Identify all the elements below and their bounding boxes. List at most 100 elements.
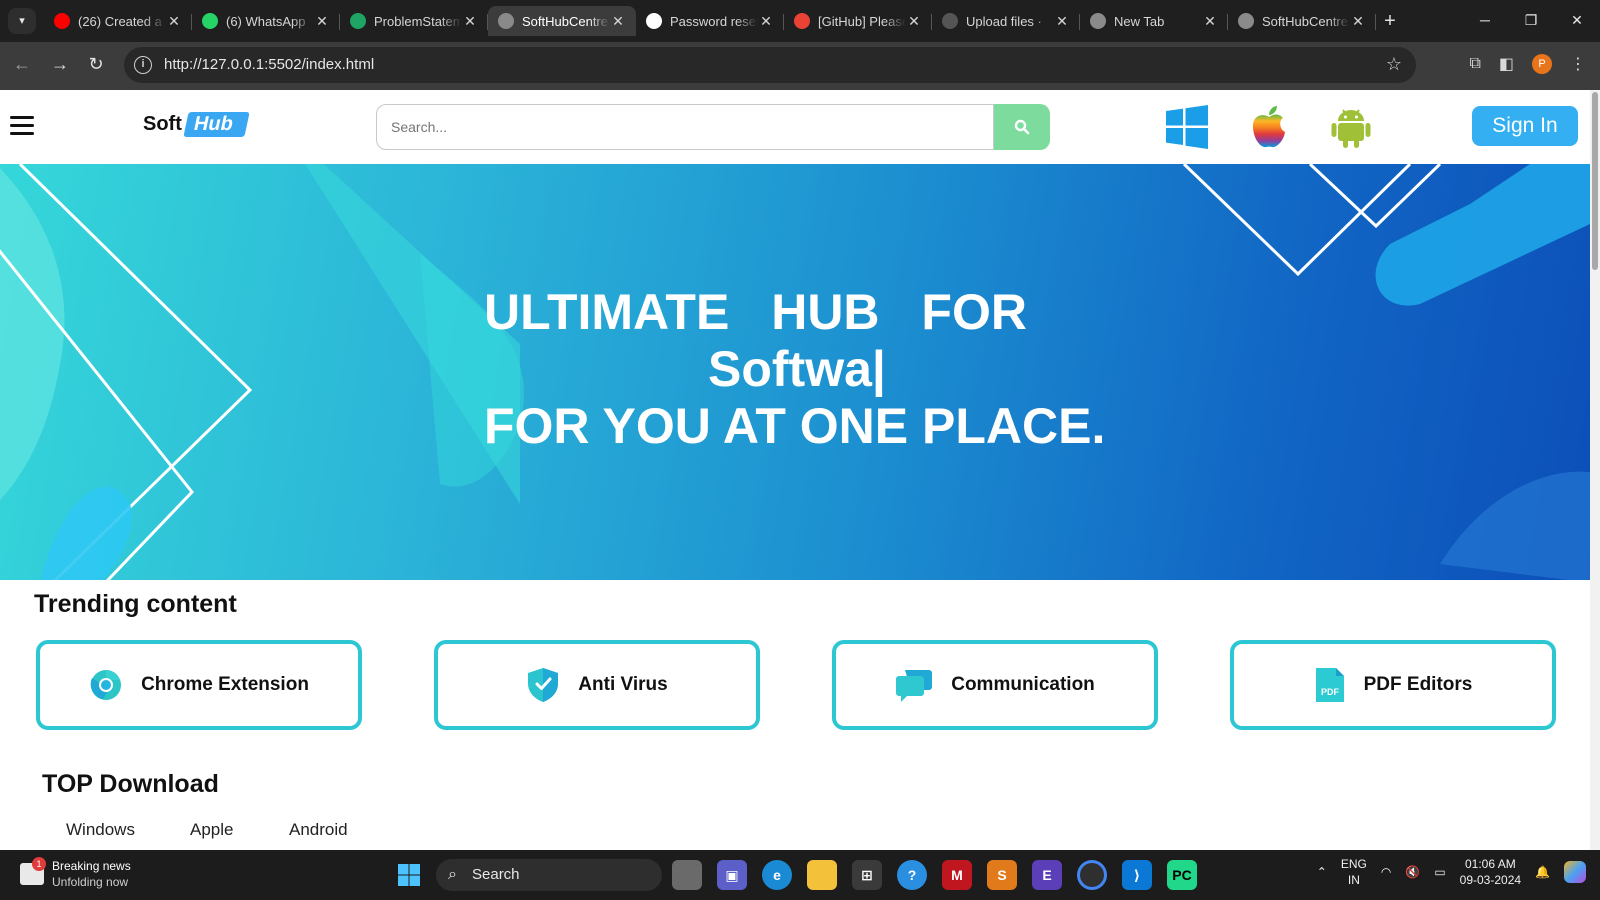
- sign-in-button[interactable]: Sign In: [1472, 106, 1578, 146]
- news-title: Breaking news: [52, 859, 131, 873]
- browser-tab[interactable]: ProblemStatem ✕: [340, 6, 488, 36]
- top-download-title: TOP Download: [42, 770, 219, 798]
- windows-icon[interactable]: [1164, 104, 1210, 150]
- pdf-icon: PDF: [1315, 668, 1344, 702]
- back-icon[interactable]: ←: [10, 54, 34, 75]
- address-bar[interactable]: i http://127.0.0.1:5502/index.html ☆: [124, 47, 1416, 83]
- tab-close-icon[interactable]: ✕: [758, 13, 774, 30]
- hero-line-1: ULTIMATE HUB FOR: [484, 284, 1027, 340]
- browser-tab[interactable]: SoftHubCentre ✕: [1228, 6, 1376, 36]
- site-logo[interactable]: Soft Hub: [143, 112, 250, 137]
- clock[interactable]: 01:06 AM 09-03-2024: [1460, 856, 1521, 888]
- news-widget[interactable]: 1 Breaking news Unfolding now: [20, 857, 131, 890]
- tab-title: (6) WhatsApp: [226, 13, 306, 29]
- trending-card-anti-virus[interactable]: Anti Virus: [434, 640, 760, 730]
- trending-card-communication[interactable]: Communication: [832, 640, 1158, 730]
- browser-tab[interactable]: (6) WhatsApp ✕: [192, 6, 340, 36]
- restore-icon[interactable]: ❐: [1508, 0, 1554, 40]
- taskbar-apps: ▣ e ⊞ ? M S E ⟩ PC: [672, 860, 1197, 890]
- hamburger-menu-icon[interactable]: [10, 116, 34, 140]
- tab-close-icon[interactable]: ✕: [906, 13, 922, 30]
- android-icon[interactable]: [1328, 104, 1374, 150]
- file-explorer-icon[interactable]: [807, 860, 837, 890]
- search-button[interactable]: [994, 104, 1050, 150]
- tab-title: (26) Created a: [78, 13, 162, 29]
- sheets-icon: [350, 13, 366, 29]
- tab-search-button[interactable]: ▾: [8, 8, 36, 34]
- tab-strip: (26) Created a ✕ (6) WhatsApp ✕ ProblemState…: [44, 6, 1404, 42]
- tab-title: New Tab: [1114, 13, 1165, 29]
- language-indicator[interactable]: ENG IN: [1341, 856, 1367, 888]
- speaker-muted-icon[interactable]: 🔇: [1405, 865, 1420, 879]
- battery-icon[interactable]: ▭: [1434, 865, 1445, 879]
- card-label: PDF Editors: [1363, 674, 1473, 695]
- browser-tab[interactable]: New Tab ✕: [1080, 6, 1228, 36]
- close-window-icon[interactable]: ✕: [1554, 0, 1600, 40]
- browser-tab[interactable]: SoftHubCentre ✕: [488, 6, 636, 36]
- download-tab-apple[interactable]: Apple: [190, 820, 233, 840]
- side-panel-icon[interactable]: ◧: [1499, 54, 1514, 74]
- bookmark-star-icon[interactable]: ☆: [1386, 54, 1402, 75]
- extensions-icon[interactable]: ⧉: [1469, 55, 1480, 73]
- tab-title: SoftHubCentre: [522, 13, 608, 29]
- tab-close-icon[interactable]: ✕: [1054, 13, 1070, 30]
- news-subtitle: Unfolding now: [52, 875, 129, 889]
- browser-tab[interactable]: Password reset ✕: [636, 6, 784, 36]
- wifi-icon[interactable]: ◠: [1381, 865, 1391, 879]
- microsoft-store-icon[interactable]: ⊞: [852, 860, 882, 890]
- page-scrollbar[interactable]: [1590, 90, 1600, 850]
- browser-tab[interactable]: [GitHub] Please ✕: [784, 6, 932, 36]
- loading-icon: [942, 13, 958, 29]
- download-tab-android[interactable]: Android: [289, 820, 348, 840]
- search-input[interactable]: [376, 104, 994, 150]
- clock-date: 09-03-2024: [1459, 873, 1522, 887]
- start-menu-icon[interactable]: [394, 860, 424, 890]
- github-icon: [646, 13, 662, 29]
- card-label: Chrome Extension: [141, 674, 309, 695]
- search-icon: [1014, 119, 1030, 135]
- tab-close-icon[interactable]: ✕: [610, 13, 626, 30]
- teams-icon[interactable]: ▣: [717, 860, 747, 890]
- vscode-icon[interactable]: ⟩: [1122, 860, 1152, 890]
- site-info-icon[interactable]: i: [134, 56, 152, 74]
- chat-icon: [896, 670, 933, 702]
- eclipse-icon[interactable]: E: [1032, 860, 1062, 890]
- menu-kebab-icon[interactable]: ⋮: [1570, 54, 1586, 74]
- tab-close-icon[interactable]: ✕: [166, 13, 182, 30]
- download-tab-windows[interactable]: Windows: [66, 820, 135, 840]
- forward-icon[interactable]: →: [48, 54, 72, 75]
- copilot-icon[interactable]: [1564, 861, 1586, 883]
- reload-icon[interactable]: ↻: [84, 54, 108, 75]
- tab-close-icon[interactable]: ✕: [1350, 13, 1366, 30]
- profile-avatar[interactable]: P: [1532, 54, 1552, 74]
- toolbar-actions: ⧉ ◧ P ⋮: [1469, 54, 1586, 74]
- logo-soft: Soft: [143, 113, 182, 135]
- chrome-taskbar-icon[interactable]: [1077, 860, 1107, 890]
- browser-tab[interactable]: (26) Created a ✕: [44, 6, 192, 36]
- trending-card-chrome-extension[interactable]: Chrome Extension: [36, 640, 362, 730]
- card-label: Anti Virus: [578, 674, 668, 695]
- tab-close-icon[interactable]: ✕: [1202, 13, 1218, 30]
- pycharm-icon[interactable]: PC: [1167, 860, 1197, 890]
- new-tab-icon[interactable]: +: [1376, 6, 1404, 42]
- tab-close-icon[interactable]: ✕: [314, 13, 330, 30]
- tab-close-icon[interactable]: ✕: [462, 13, 478, 30]
- apple-icon[interactable]: [1246, 104, 1292, 150]
- task-view-icon[interactable]: [672, 860, 702, 890]
- system-tray: ⌃ ENG IN ◠ 🔇 ▭ 01:06 AM 09-03-2024 🔔: [1317, 856, 1586, 888]
- minimize-icon[interactable]: ─: [1462, 0, 1508, 40]
- taskbar-search-label: Search: [472, 866, 520, 883]
- taskbar-search[interactable]: ⌕ Search: [436, 859, 662, 891]
- mcafee-icon[interactable]: M: [942, 860, 972, 890]
- trending-card-pdf-editors[interactable]: PDF PDF Editors: [1230, 640, 1556, 730]
- clock-time: 01:06 AM: [1465, 857, 1516, 871]
- window-controls: ─ ❐ ✕: [1462, 0, 1600, 40]
- browser-tab[interactable]: Upload files · ✕: [932, 6, 1080, 36]
- url-text[interactable]: http://127.0.0.1:5502/index.html: [164, 56, 374, 73]
- edge-icon[interactable]: e: [762, 860, 792, 890]
- sublime-icon[interactable]: S: [987, 860, 1017, 890]
- help-icon[interactable]: ?: [897, 860, 927, 890]
- show-hidden-icons-icon[interactable]: ⌃: [1317, 865, 1327, 879]
- notifications-bell-icon[interactable]: 🔔: [1535, 865, 1550, 879]
- scrollbar-thumb[interactable]: [1592, 92, 1598, 270]
